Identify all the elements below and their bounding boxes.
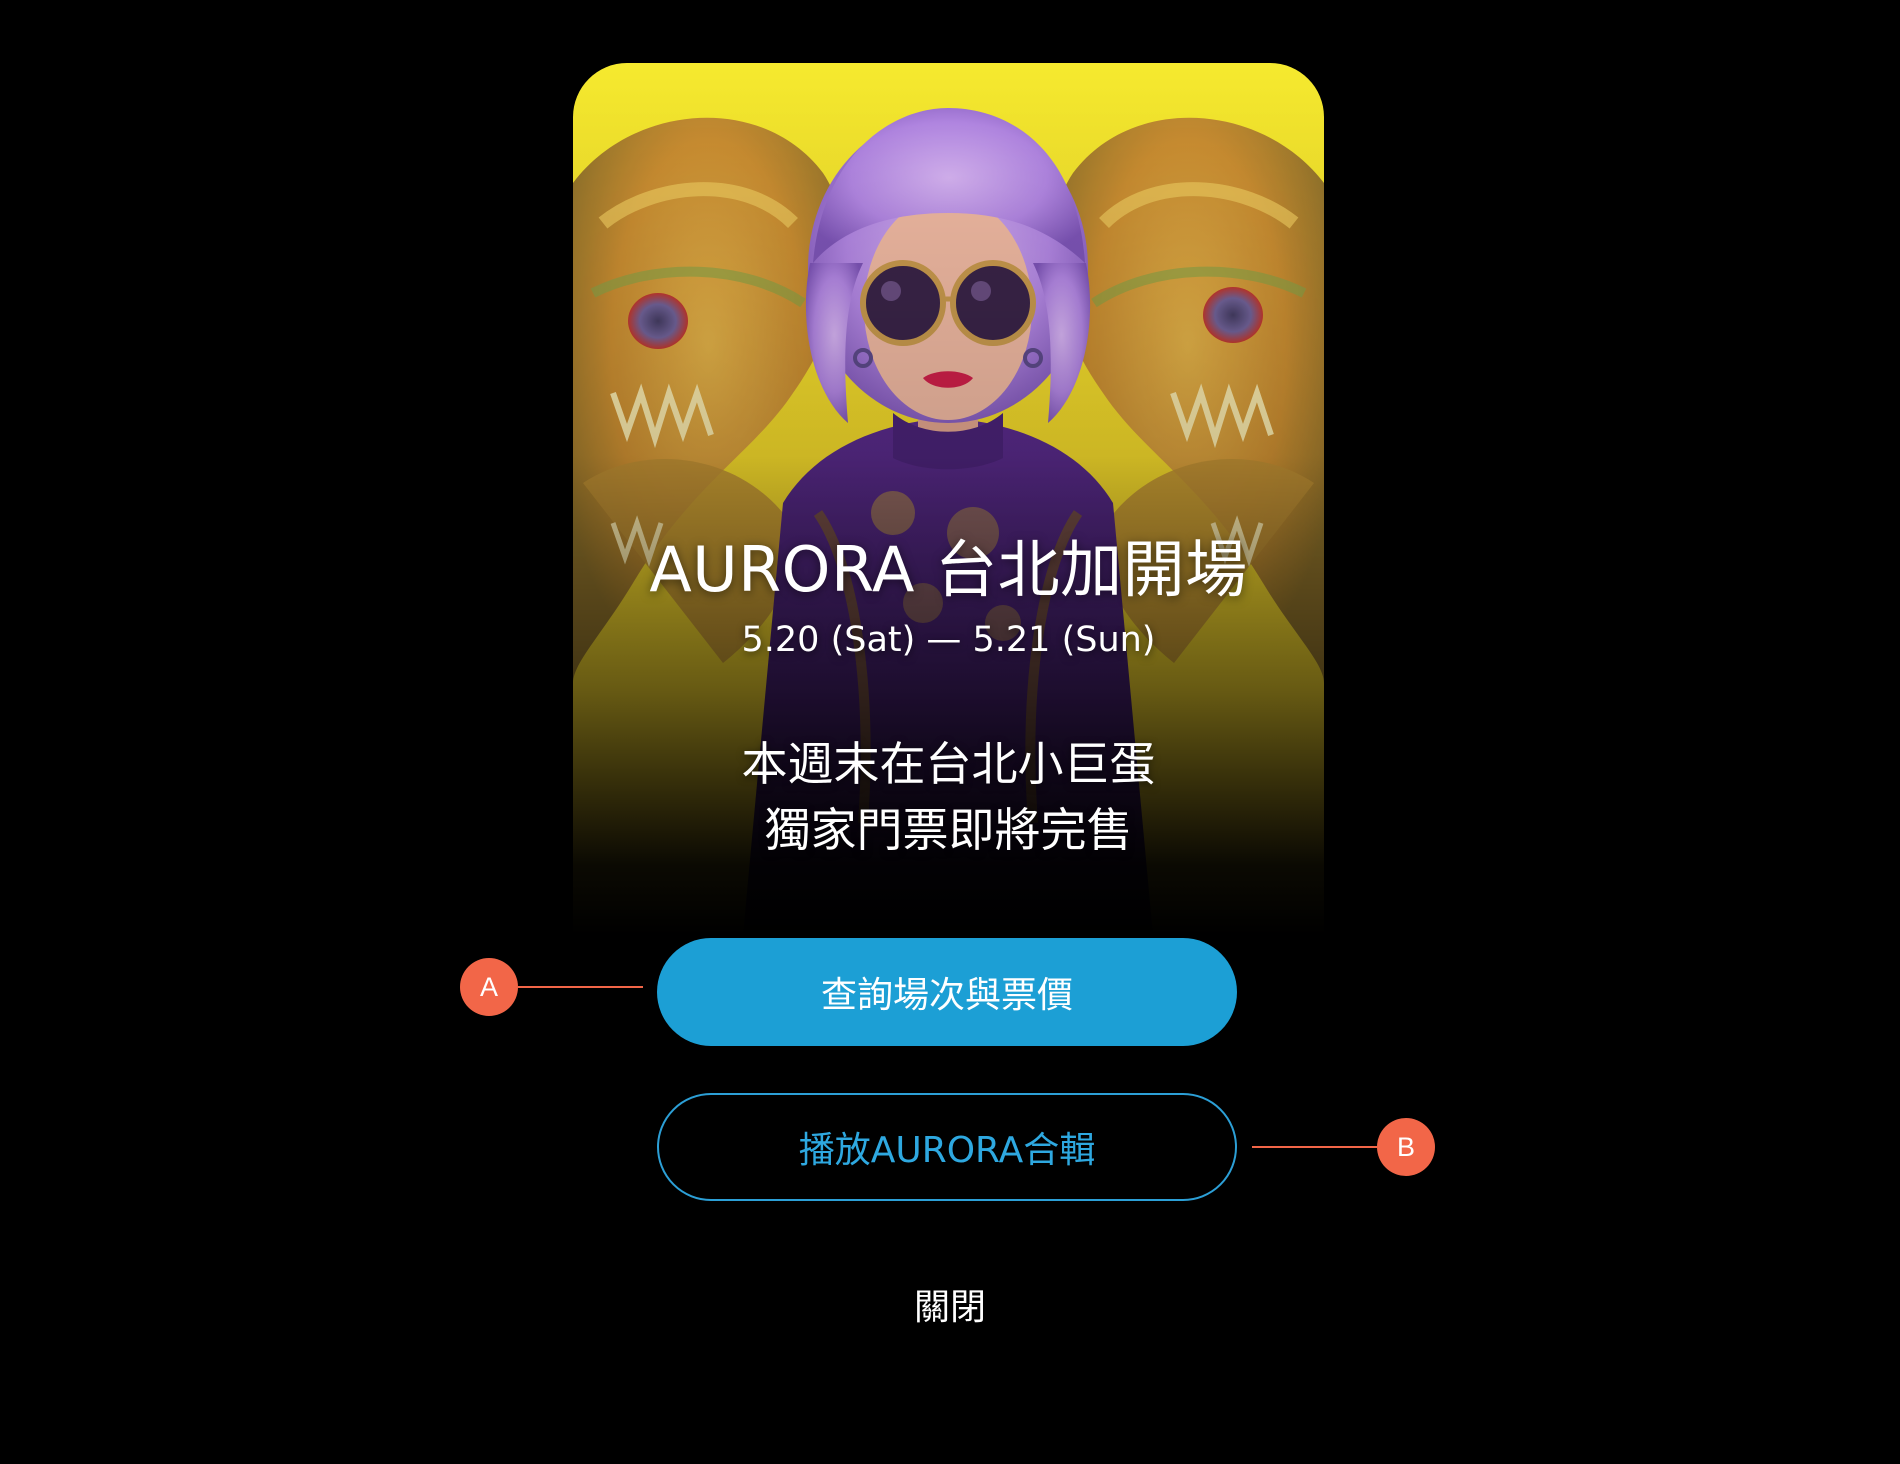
annotation-leader-a (518, 986, 643, 988)
poster-tagline: 本週末在台北小巨蛋 獨家門票即將完售 (573, 731, 1324, 863)
play-aurora-playlist-button[interactable]: 播放AURORA合輯 (657, 1093, 1237, 1201)
event-poster: AURORA 台北加開場 5.20 (Sat) — 5.21 (Sun) 本週末… (573, 63, 1324, 935)
poster-tagline-line-2: 獨家門票即將完售 (764, 803, 1133, 857)
view-showtimes-and-prices-button[interactable]: 查詢場次與票價 (657, 938, 1237, 1046)
poster-tagline-line-1: 本週末在台北小巨蛋 (741, 737, 1156, 791)
annotation-leader-b (1252, 1146, 1377, 1148)
annotation-marker-b: B (1377, 1118, 1435, 1176)
poster-title: AURORA 台北加開場 (649, 533, 1248, 606)
poster-dates: 5.20 (Sat) — 5.21 (Sun) (741, 620, 1156, 660)
close-button[interactable]: 關閉 (850, 1278, 1050, 1330)
annotation-marker-a: A (460, 958, 518, 1016)
